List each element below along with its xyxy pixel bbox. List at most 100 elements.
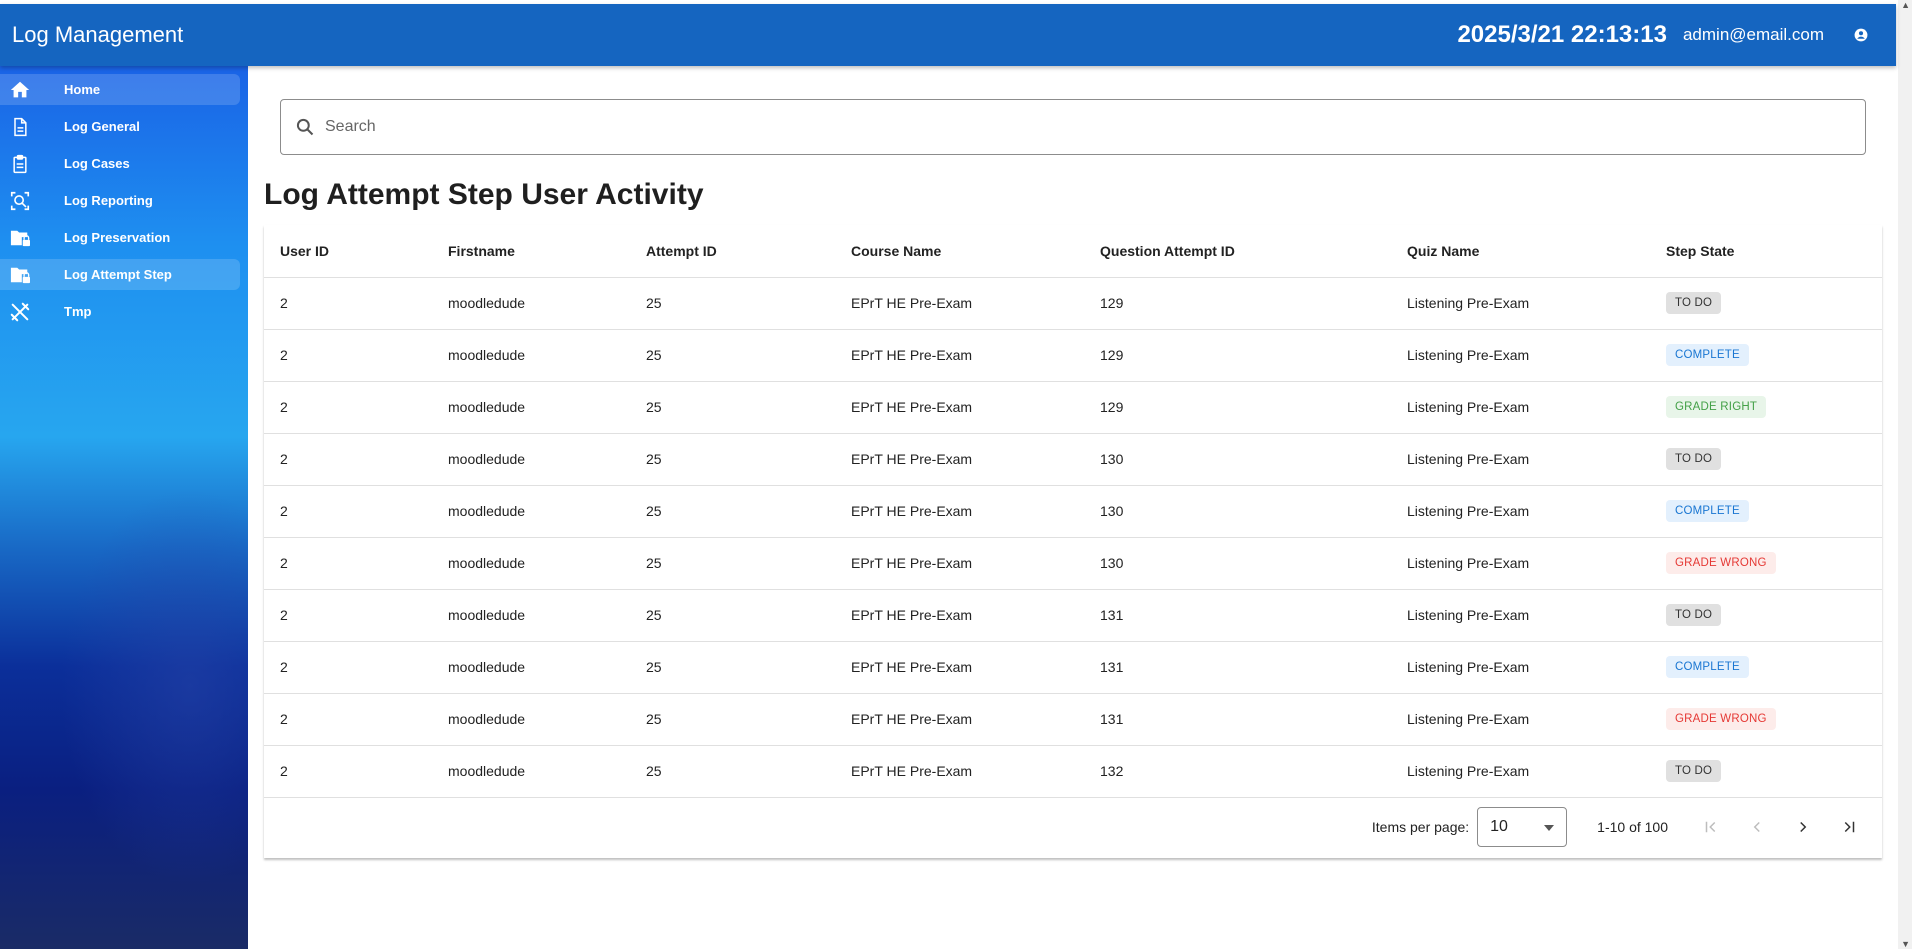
items-per-page-select[interactable]: 10 <box>1477 807 1568 847</box>
course-name-cell: EPrT HE Pre-Exam <box>835 537 1084 590</box>
page-range-label: 1-10 of 100 <box>1597 819 1668 835</box>
sidebar-item-log-reporting[interactable]: Log Reporting <box>0 185 240 216</box>
attempt-id-cell: 25 <box>630 745 835 798</box>
next-page-button[interactable] <box>1780 807 1826 847</box>
status-badge: GRADE WRONG <box>1666 552 1776 574</box>
dropdown-arrow-icon <box>1544 818 1555 836</box>
first-page-button[interactable] <box>1688 807 1734 847</box>
course-name-cell: EPrT HE Pre-Exam <box>835 693 1084 746</box>
table-row[interactable]: 2 moodledude 25 EPrT HE Pre-Exam 132 Listenin… <box>264 745 1882 798</box>
sidebar-item-log-general[interactable]: Log General <box>0 111 240 142</box>
first-page-icon <box>1705 821 1716 833</box>
status-badge: COMPLETE <box>1666 500 1749 522</box>
document-icon <box>0 116 40 138</box>
firstname-cell: moodledude <box>432 485 630 538</box>
table-row[interactable]: 2 moodledude 25 EPrT HE Pre-Exam 130 Listenin… <box>264 433 1882 486</box>
user-id-cell: 2 <box>264 641 432 694</box>
user-id-cell: 2 <box>264 589 432 642</box>
status-badge: TO DO <box>1666 760 1722 782</box>
course-name-cell: EPrT HE Pre-Exam <box>835 745 1084 798</box>
sidebar-item-log-attempt-step[interactable]: Log Attempt Step <box>0 259 240 290</box>
sidebar-item-label: Log Reporting <box>64 193 153 208</box>
status-badge: TO DO <box>1666 292 1722 314</box>
attempt-id-cell: 25 <box>630 329 835 382</box>
sidebar-item-label: Home <box>64 82 101 97</box>
attempt-id-cell: 25 <box>630 381 835 434</box>
paginator: Items per page: 10 1-10 of 100 <box>264 796 1882 858</box>
status-badge: TO DO <box>1666 448 1722 470</box>
sidebar-item-log-cases[interactable]: Log Cases <box>0 148 240 179</box>
course-name-cell: EPrT HE Pre-Exam <box>835 329 1084 382</box>
course-name-cell: EPrT HE Pre-Exam <box>835 381 1084 434</box>
page-title: Log Attempt Step User Activity <box>264 178 704 211</box>
table-row[interactable]: 2 moodledude 25 EPrT HE Pre-Exam 130 Listenin… <box>264 537 1882 590</box>
activity-table-card: User ID Firstname Attempt ID Course Name Que… <box>264 225 1882 858</box>
quiz-name-cell: Listening Pre-Exam <box>1391 381 1650 434</box>
quiz-name-cell: Listening Pre-Exam <box>1391 485 1650 538</box>
sidebar-item-tmp[interactable]: Tmp <box>0 296 240 327</box>
user-id-cell: 2 <box>264 693 432 746</box>
column-header: Step State <box>1650 225 1882 278</box>
sidebar-item-log-preservation[interactable]: Log Preservation <box>0 222 240 253</box>
course-name-cell: EPrT HE Pre-Exam <box>835 641 1084 694</box>
activity-table: User ID Firstname Attempt ID Course Name Que… <box>264 225 1882 798</box>
app-title: Log Management <box>12 22 184 47</box>
table-row[interactable]: 2 moodledude 25 EPrT HE Pre-Exam 131 Listenin… <box>264 641 1882 694</box>
step-state-cell: TO DO <box>1650 589 1882 642</box>
sidebar-item-home[interactable]: Home <box>0 74 240 105</box>
search-report-icon <box>0 190 40 212</box>
sidebar-item-label: Log General <box>64 119 140 134</box>
firstname-cell: moodledude <box>432 589 630 642</box>
column-header: Attempt ID <box>630 225 835 278</box>
step-state-cell: COMPLETE <box>1650 485 1882 538</box>
user-id-cell: 2 <box>264 745 432 798</box>
table-row[interactable]: 2 moodledude 25 EPrT HE Pre-Exam 129 Listenin… <box>264 381 1882 434</box>
user-email: admin@email.com <box>1682 25 1824 44</box>
search-input[interactable] <box>325 118 1825 136</box>
page-scrollbar[interactable]: ▲ ▼ <box>1898 0 1912 949</box>
user-id-cell: 2 <box>264 537 432 590</box>
question-attempt-id-cell: 129 <box>1084 381 1391 434</box>
table-row[interactable]: 2 moodledude 25 EPrT HE Pre-Exam 130 Listenin… <box>264 485 1882 538</box>
search-field[interactable] <box>280 99 1866 155</box>
account-circle-icon[interactable] <box>1848 22 1874 48</box>
attempt-id-cell: 25 <box>630 433 835 486</box>
user-id-cell: 2 <box>264 433 432 486</box>
step-state-cell: TO DO <box>1650 745 1882 798</box>
scroll-down-arrow-icon[interactable]: ▼ <box>1901 939 1910 949</box>
user-id-cell: 2 <box>264 277 432 330</box>
last-page-icon <box>1844 821 1855 833</box>
column-header: Question Attempt ID <box>1084 225 1391 278</box>
quiz-name-cell: Listening Pre-Exam <box>1391 537 1650 590</box>
course-name-cell: EPrT HE Pre-Exam <box>835 589 1084 642</box>
step-state-cell: GRADE WRONG <box>1650 537 1882 590</box>
items-per-page-value: 10 <box>1490 818 1508 835</box>
quiz-name-cell: Listening Pre-Exam <box>1391 329 1650 382</box>
scroll-up-arrow-icon[interactable]: ▲ <box>1901 0 1910 10</box>
chevron-left-icon <box>1753 821 1760 833</box>
column-header: Firstname <box>432 225 630 278</box>
folder-lock-icon <box>0 228 40 248</box>
previous-page-button[interactable] <box>1734 807 1780 847</box>
table-row[interactable]: 2 moodledude 25 EPrT HE Pre-Exam 129 Listenin… <box>264 277 1882 330</box>
last-page-button[interactable] <box>1826 807 1872 847</box>
attempt-id-cell: 25 <box>630 277 835 330</box>
top-app-bar: Log Management 2025/3/21 22:13:13 admin@… <box>0 4 1896 66</box>
status-badge: GRADE WRONG <box>1666 708 1776 730</box>
attempt-id-cell: 25 <box>630 537 835 590</box>
quiz-name-cell: Listening Pre-Exam <box>1391 433 1650 486</box>
question-attempt-id-cell: 131 <box>1084 589 1391 642</box>
status-badge: TO DO <box>1666 604 1722 626</box>
tools-icon <box>0 301 40 323</box>
clipboard-icon <box>0 153 40 175</box>
table-row[interactable]: 2 moodledude 25 EPrT HE Pre-Exam 131 Listenin… <box>264 693 1882 746</box>
table-row[interactable]: 2 moodledude 25 EPrT HE Pre-Exam 131 Listenin… <box>264 589 1882 642</box>
firstname-cell: moodledude <box>432 693 630 746</box>
column-header: Course Name <box>835 225 1084 278</box>
firstname-cell: moodledude <box>432 433 630 486</box>
user-id-cell: 2 <box>264 329 432 382</box>
attempt-id-cell: 25 <box>630 641 835 694</box>
table-row[interactable]: 2 moodledude 25 EPrT HE Pre-Exam 129 Listenin… <box>264 329 1882 382</box>
step-state-cell: TO DO <box>1650 277 1882 330</box>
question-attempt-id-cell: 129 <box>1084 277 1391 330</box>
